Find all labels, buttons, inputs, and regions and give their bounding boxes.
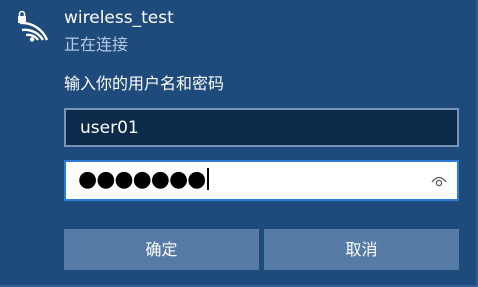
wifi-connect-panel: wireless_test 正在连接 输入你的用户名和密码 user01 ●●●… xyxy=(0,0,478,287)
username-input[interactable]: user01 xyxy=(64,108,459,147)
password-dots: ●●●●●●● xyxy=(78,167,206,192)
connection-status: 正在连接 xyxy=(64,35,129,54)
username-value: user01 xyxy=(80,118,139,138)
ok-button[interactable]: 确定 xyxy=(64,229,259,270)
password-input[interactable]: ●●●●●●● xyxy=(64,160,459,201)
text-caret xyxy=(207,168,210,190)
cancel-button[interactable]: 取消 xyxy=(264,229,459,270)
credentials-prompt: 输入你的用户名和密码 xyxy=(64,74,225,93)
wifi-secured-icon xyxy=(18,10,49,42)
password-value: ●●●●●●● xyxy=(78,167,210,192)
eye-icon[interactable] xyxy=(431,174,447,188)
network-name: wireless_test xyxy=(64,8,174,28)
